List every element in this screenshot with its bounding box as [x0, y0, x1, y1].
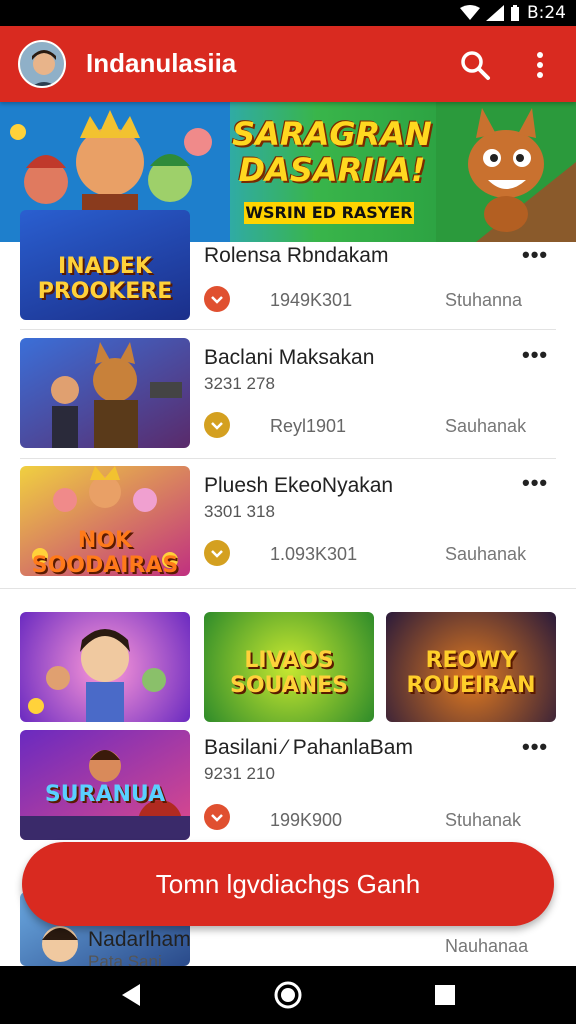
- category-label: Stuhanak: [445, 810, 522, 830]
- item-more-icon[interactable]: •••: [522, 342, 548, 368]
- tile-label: LIVAOS SOUANES: [229, 648, 349, 698]
- status-icons: [460, 5, 520, 21]
- game-title: Pluesh EkeoNyakan: [204, 474, 394, 497]
- list-item[interactable]: INADEK PROOKERE Rolensa Rbndakam 1949K30…: [0, 210, 576, 330]
- divider: [20, 329, 556, 330]
- system-nav-bar: [0, 966, 576, 1024]
- status-dot-icon: [204, 286, 230, 312]
- thumbnail-label: INADEK PROOKERE: [37, 254, 173, 304]
- featured-grid: LIVAOS SOUANES REOWY ROUEIRAN: [20, 612, 556, 722]
- status-dot-icon: [204, 804, 230, 830]
- app-title: Indanulasiia: [86, 48, 237, 78]
- download-count: 1949K301: [270, 290, 353, 310]
- banner-squirrel-art: [436, 102, 576, 242]
- game-meta: 3301 318: [204, 502, 275, 521]
- list-item[interactable]: NOK SOODAIRAS Pluesh EkeoNyakan 3301 318…: [0, 464, 576, 582]
- game-title: Baclani Maksakan: [204, 346, 375, 369]
- avatar[interactable]: [18, 40, 66, 88]
- back-icon[interactable]: [116, 980, 146, 1010]
- recents-icon[interactable]: [430, 980, 460, 1010]
- download-count: 1.093K301: [270, 544, 358, 564]
- banner-title: SARAGRAN DASARIIA!: [232, 115, 432, 189]
- category-label: Sauhanak: [445, 544, 527, 564]
- item-more-icon[interactable]: •••: [522, 470, 548, 496]
- banner-subtitle: WSRIN ED RASYER: [244, 202, 414, 224]
- app-bar: Indanulasiia: [0, 26, 576, 102]
- more-vert-icon[interactable]: [528, 48, 552, 82]
- wifi-icon: [460, 5, 480, 20]
- status-bar: B:24: [0, 0, 576, 26]
- list-item[interactable]: SURANUA Basilani ⁄ PahanlaBam 9231 210 1…: [0, 730, 576, 842]
- thumbnail-label: NOK SOODAIRAS: [31, 528, 179, 576]
- category-label: Sauhanak: [445, 416, 527, 436]
- game-meta: 9231 210: [204, 764, 275, 783]
- game-title: Basilani ⁄ PahanlaBam: [204, 736, 413, 759]
- game-thumbnail: [20, 338, 190, 448]
- featured-tile[interactable]: [20, 612, 190, 722]
- game-thumbnail: INADEK PROOKERE: [20, 210, 190, 320]
- game-thumbnail: SURANUA: [20, 730, 190, 840]
- tile-label: REOWY ROUEIRAN: [406, 648, 536, 698]
- divider: [20, 458, 556, 459]
- home-icon[interactable]: [273, 980, 303, 1010]
- signal-icon: [486, 5, 504, 21]
- item-more-icon[interactable]: •••: [522, 734, 548, 760]
- item-more-icon[interactable]: •••: [522, 242, 548, 268]
- list-item[interactable]: Baclani Maksakan 3231 278 Reyl1901 Sauha…: [0, 336, 576, 454]
- featured-tile[interactable]: REOWY ROUEIRAN: [386, 612, 556, 722]
- primary-action-button[interactable]: Tomn lgvdiachgs Ganh: [22, 842, 554, 926]
- status-dot-icon: [204, 540, 230, 566]
- category-label: Nauhanaa: [445, 936, 529, 956]
- search-icon[interactable]: [458, 48, 492, 82]
- divider: [0, 588, 576, 589]
- category-label: Stuhanna: [445, 290, 523, 310]
- status-dot-icon: [204, 412, 230, 438]
- thumbnail-label: SURANUA: [44, 782, 166, 807]
- download-count: Reyl1901: [270, 416, 347, 436]
- game-meta: 3231 278: [204, 374, 275, 393]
- battery-icon: [511, 5, 519, 21]
- download-count: 199K900: [270, 810, 343, 830]
- featured-tile[interactable]: LIVAOS SOUANES: [204, 612, 374, 722]
- game-title: Nadarlham: [88, 928, 191, 951]
- clock: B:24: [526, 3, 566, 23]
- game-thumbnail: NOK SOODAIRAS: [20, 466, 190, 576]
- game-title: Rolensa Rbndakam: [204, 244, 389, 267]
